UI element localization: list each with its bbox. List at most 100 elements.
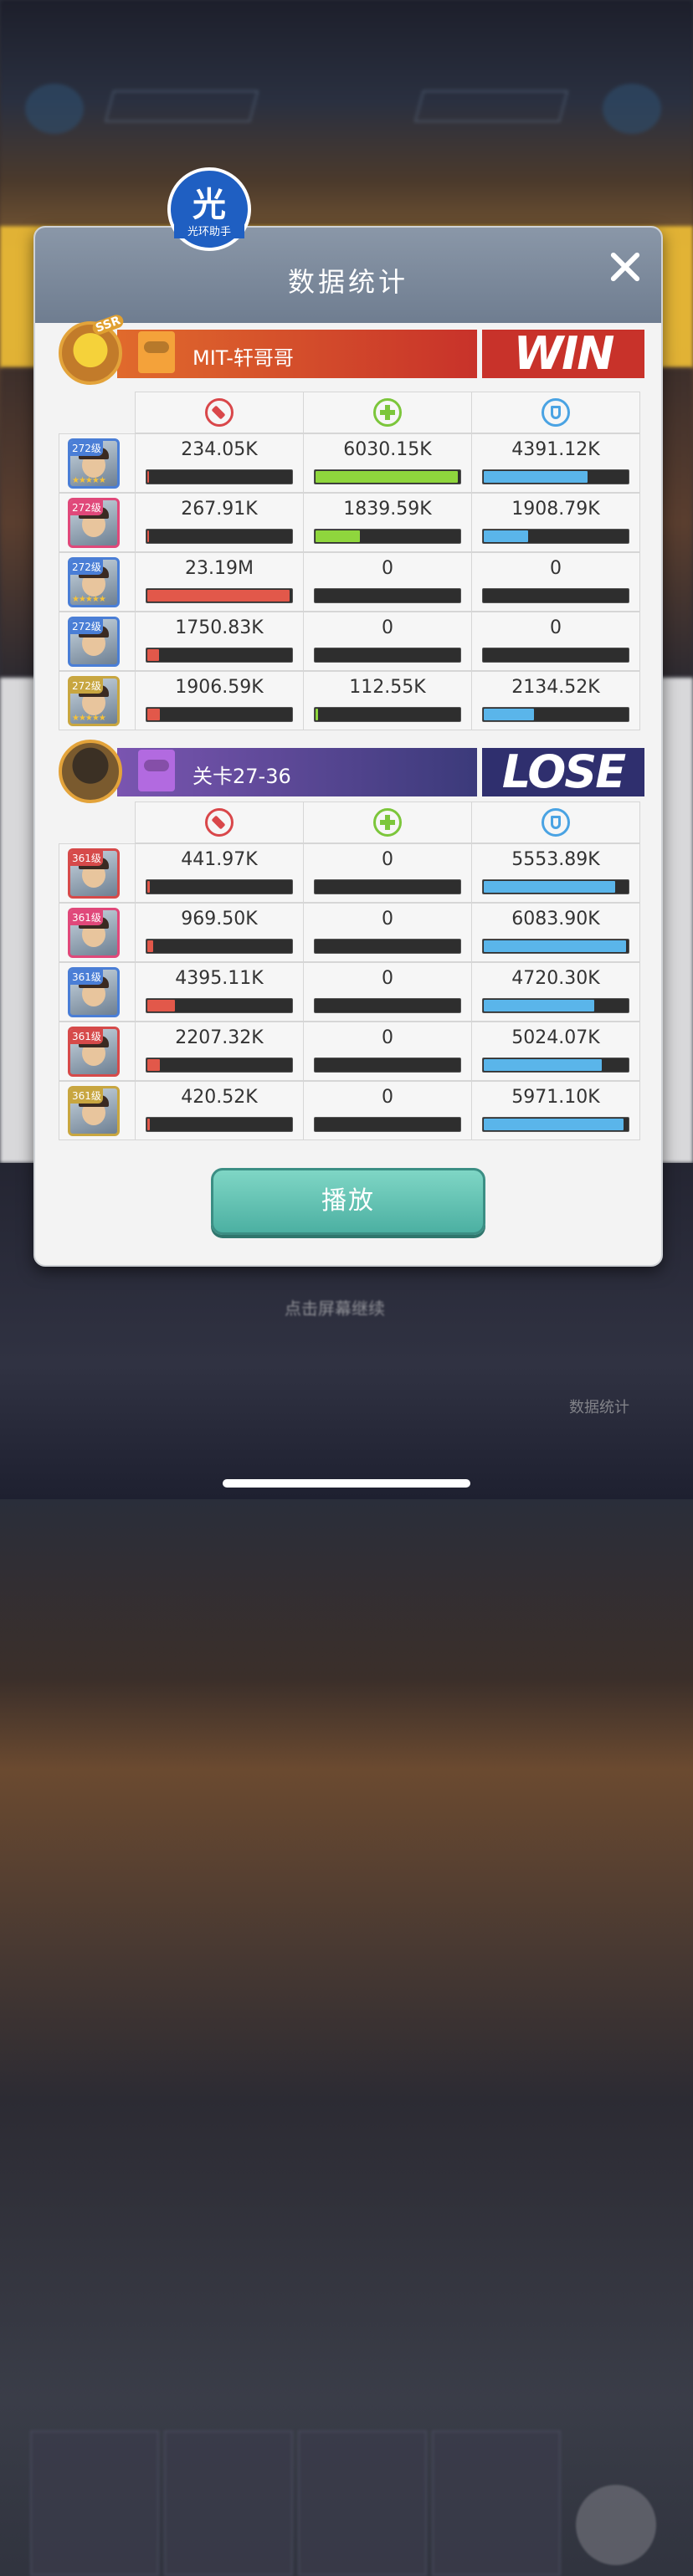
heal-icon bbox=[373, 398, 402, 427]
shield-value: 6083.90K bbox=[511, 909, 600, 930]
damage-bar bbox=[146, 939, 293, 954]
damage-bar bbox=[146, 469, 293, 484]
shield-bar-fill bbox=[484, 530, 528, 542]
damage-value: 420.52K bbox=[181, 1087, 258, 1108]
hero-level-badge: 361级 bbox=[70, 1029, 103, 1044]
damage-value: 4395.11K bbox=[175, 968, 264, 989]
heal-bar-fill bbox=[316, 709, 318, 720]
shield-bar bbox=[482, 529, 629, 544]
hero-portrait[interactable]: 361级 bbox=[68, 848, 120, 899]
damage-bar bbox=[146, 879, 293, 894]
damage-value: 23.19M bbox=[185, 558, 254, 579]
heal-bar bbox=[314, 529, 461, 544]
shield-bar bbox=[482, 648, 629, 663]
heal-cell: 0 bbox=[303, 903, 472, 962]
hero-portrait[interactable]: 361级 bbox=[68, 908, 120, 958]
player-avatar bbox=[59, 321, 122, 385]
damage-bar bbox=[146, 648, 293, 663]
shield-cell: 1908.79K bbox=[471, 493, 640, 552]
hero-stats-row: 361级 441.97K 0 5553.89K bbox=[59, 843, 661, 903]
stats-header-cell bbox=[303, 392, 472, 433]
heal-value: 0 bbox=[382, 849, 393, 870]
damage-value: 1906.59K bbox=[175, 677, 264, 698]
hero-cell: 361级 bbox=[59, 903, 136, 962]
hero-stats-row: 272级 ★★★★★ 234.05K 6030.15K 4391.12K bbox=[59, 433, 661, 493]
heal-bar bbox=[314, 707, 461, 722]
shield-value: 5024.07K bbox=[511, 1027, 600, 1048]
shield-bar bbox=[482, 1117, 629, 1132]
damage-cell: 4395.11K bbox=[135, 962, 304, 1022]
shield-bar-fill bbox=[484, 1059, 602, 1071]
heal-bar bbox=[314, 588, 461, 603]
hero-cell: 361级 bbox=[59, 1022, 136, 1081]
shield-bar bbox=[482, 469, 629, 484]
heal-value: 0 bbox=[382, 968, 393, 989]
heal-cell: 0 bbox=[303, 1022, 472, 1081]
stats-header-row bbox=[59, 392, 661, 433]
shield-value: 4391.12K bbox=[511, 439, 600, 460]
hero-level-badge: 272级 bbox=[70, 560, 103, 575]
hero-cell: 272级 bbox=[59, 493, 136, 552]
hero-portrait[interactable]: 361级 bbox=[68, 1027, 120, 1077]
background-crest-right bbox=[603, 84, 661, 134]
heal-value: 0 bbox=[382, 1027, 393, 1048]
damage-bar bbox=[146, 588, 293, 603]
heal-value: 0 bbox=[382, 617, 393, 638]
heal-cell: 0 bbox=[303, 612, 472, 671]
hero-cell: 361级 bbox=[59, 843, 136, 903]
damage-bar bbox=[146, 1058, 293, 1073]
opponent-avatar bbox=[59, 740, 122, 803]
heal-bar-fill bbox=[316, 530, 360, 542]
shield-bar bbox=[482, 879, 629, 894]
damage-value: 2207.32K bbox=[175, 1027, 264, 1048]
hero-stars: ★★★★★ bbox=[72, 476, 106, 485]
hero-cell: 361级 bbox=[59, 962, 136, 1022]
replay-button[interactable]: 播放 bbox=[211, 1168, 485, 1235]
shield-cell: 5971.10K bbox=[471, 1081, 640, 1140]
result-badge: WIN bbox=[482, 330, 644, 378]
team-banner-attacker: MIT-轩哥哥 WIN SSR bbox=[59, 312, 661, 385]
damage-value: 969.50K bbox=[181, 909, 258, 930]
heal-bar bbox=[314, 939, 461, 954]
hero-level-badge: 361级 bbox=[70, 1088, 103, 1104]
dialog-header: 数据统计 bbox=[35, 228, 661, 323]
watermark-label: 光环助手 bbox=[174, 223, 244, 238]
shield-value: 1908.79K bbox=[511, 499, 600, 520]
hero-cell: 272级 ★★★★★ bbox=[59, 433, 136, 493]
close-icon[interactable] bbox=[604, 246, 646, 288]
shield-bar bbox=[482, 998, 629, 1013]
stats-header-cell bbox=[303, 801, 472, 843]
hero-level-badge: 361级 bbox=[70, 970, 103, 985]
background-crest-left bbox=[25, 84, 84, 134]
hero-portrait[interactable]: 272级 ★★★★★ bbox=[68, 557, 120, 607]
hero-portrait[interactable]: 361级 bbox=[68, 967, 120, 1017]
heal-cell: 0 bbox=[303, 962, 472, 1022]
damage-bar-fill bbox=[147, 1119, 150, 1130]
shield-bar bbox=[482, 707, 629, 722]
heal-value: 0 bbox=[382, 909, 393, 930]
hero-stats-row: 272级 ★★★★★ 23.19M 0 0 bbox=[59, 552, 661, 612]
shield-bar-fill bbox=[484, 1000, 594, 1011]
hero-stats-row: 361级 4395.11K 0 4720.30K bbox=[59, 962, 661, 1022]
heal-bar bbox=[314, 1117, 461, 1132]
hero-stats-row: 361级 969.50K 0 6083.90K bbox=[59, 903, 661, 962]
hero-portrait[interactable]: 272级 bbox=[68, 617, 120, 667]
hero-level-badge: 272级 bbox=[70, 679, 103, 694]
shield-cell: 6083.90K bbox=[471, 903, 640, 962]
shield-cell: 0 bbox=[471, 552, 640, 612]
shield-cell: 0 bbox=[471, 612, 640, 671]
stats-header-cell bbox=[135, 801, 304, 843]
heal-cell: 112.55K bbox=[303, 671, 472, 730]
stats-icon bbox=[576, 2485, 656, 2565]
damage-bar-fill bbox=[147, 940, 153, 952]
hero-stats-row: 272级 ★★★★★ 1906.59K 112.55K 2134.52K bbox=[59, 671, 661, 730]
background-hero-card bbox=[30, 2430, 159, 2576]
damage-bar bbox=[146, 529, 293, 544]
hero-portrait[interactable]: 272级 ★★★★★ bbox=[68, 676, 120, 726]
hero-portrait[interactable]: 272级 ★★★★★ bbox=[68, 438, 120, 489]
damage-bar-fill bbox=[147, 881, 150, 893]
damage-bar bbox=[146, 707, 293, 722]
damage-icon bbox=[205, 808, 234, 837]
hero-portrait[interactable]: 361级 bbox=[68, 1086, 120, 1136]
hero-portrait[interactable]: 272级 bbox=[68, 498, 120, 548]
